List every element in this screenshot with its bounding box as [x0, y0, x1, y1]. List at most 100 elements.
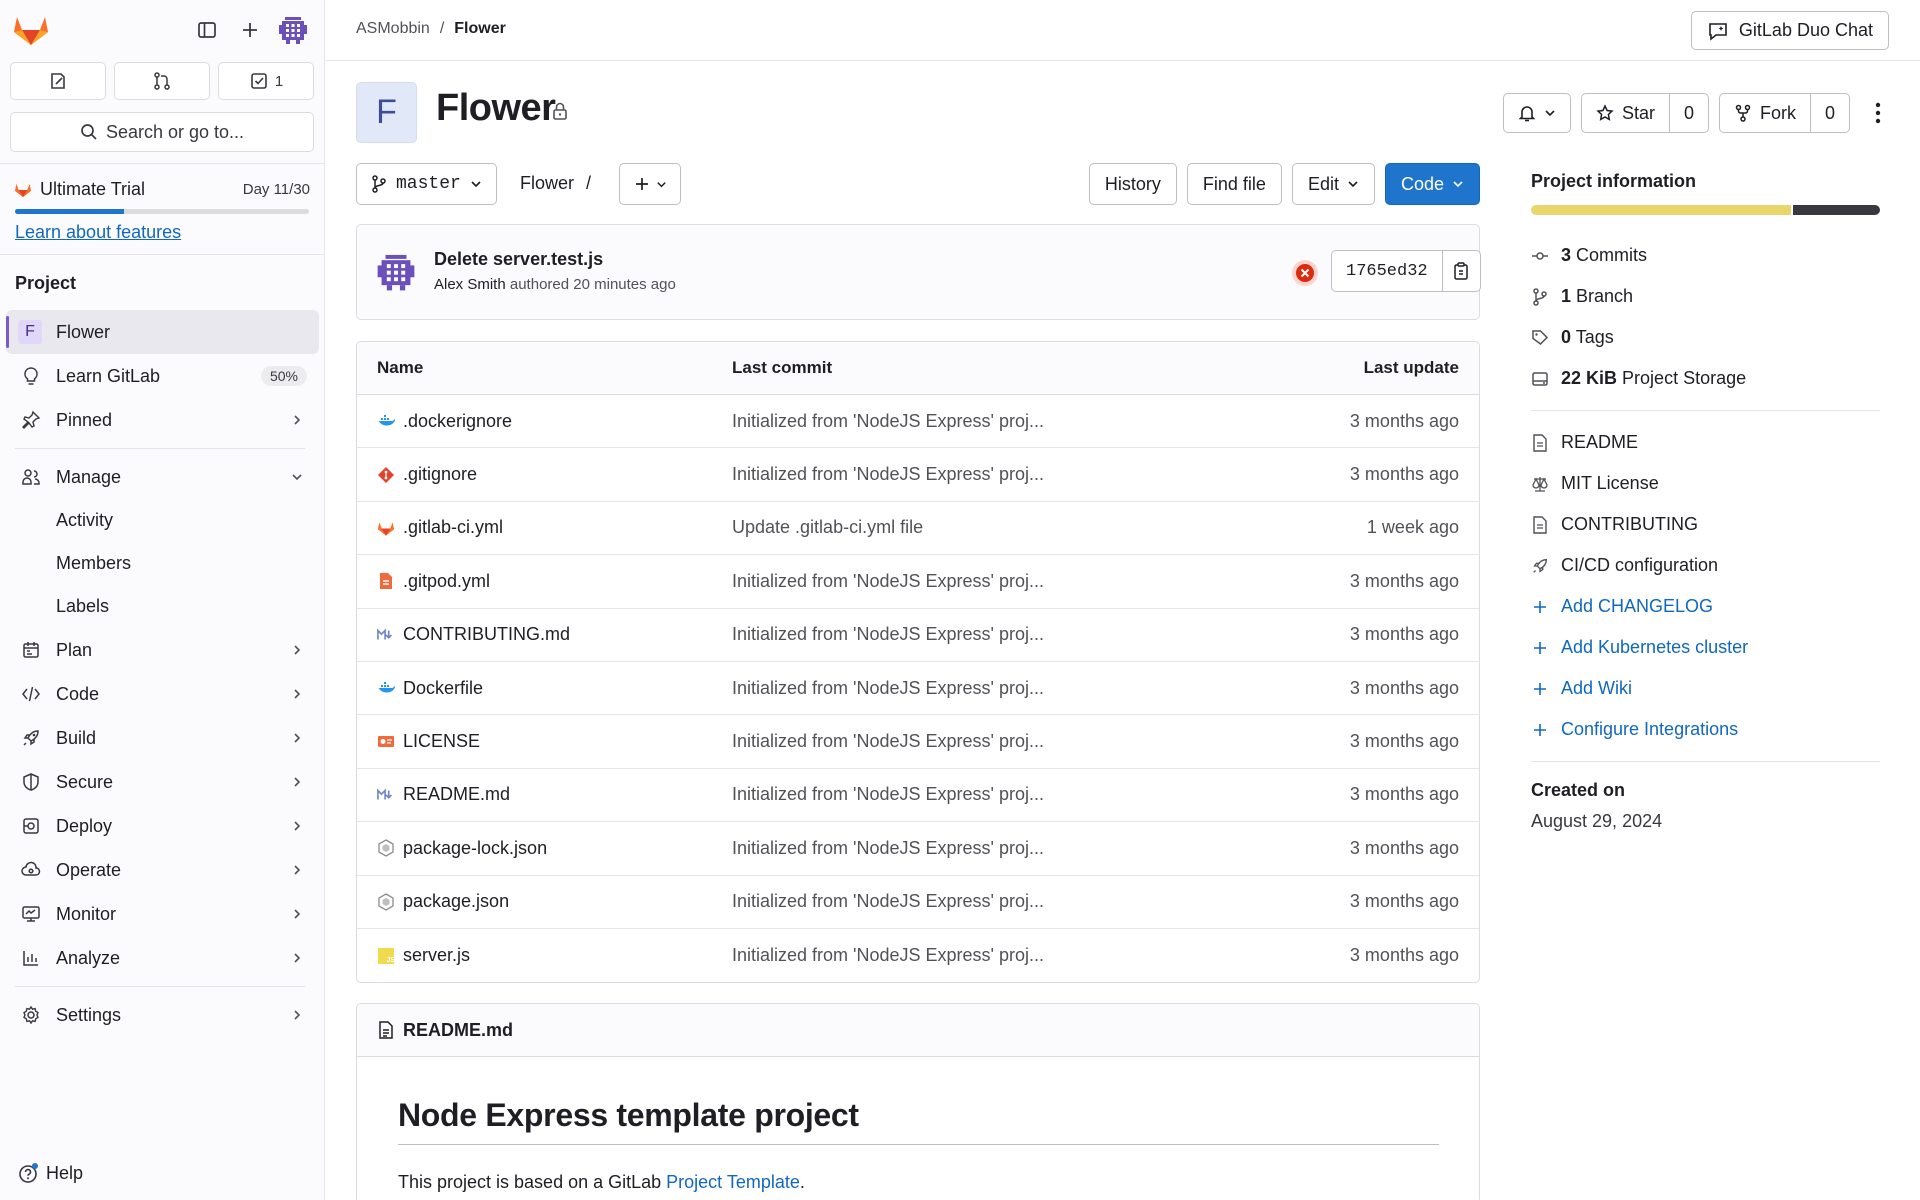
commit-title-link[interactable]: Delete server.test.js	[434, 249, 603, 270]
last-commit-cell[interactable]: Initialized from 'NodeJS Express' proj..…	[732, 891, 1239, 912]
history-button[interactable]: History	[1088, 163, 1177, 205]
breadcrumb-project-link[interactable]: Flower	[454, 20, 506, 38]
sidebar-item-pinned[interactable]: Pinned	[6, 398, 319, 442]
user-avatar[interactable]	[277, 14, 309, 46]
file-name[interactable]: .gitlab-ci.yml	[403, 517, 503, 538]
last-commit-cell[interactable]: Initialized from 'NodeJS Express' proj..…	[732, 945, 1239, 966]
pipeline-failed-icon[interactable]	[1291, 259, 1319, 287]
commit-author-link[interactable]: Alex Smith	[434, 276, 506, 293]
project-template-link[interactable]: Project Template	[666, 1172, 800, 1192]
file-name[interactable]: README.md	[403, 784, 510, 805]
table-row[interactable]: README.md Initialized from 'NodeJS Expres…	[357, 769, 1479, 823]
commits-link[interactable]: 3 Commits	[1531, 235, 1880, 276]
fork-button[interactable]: Fork	[1720, 94, 1810, 132]
file-name-cell[interactable]: .dockerignore	[357, 411, 732, 432]
last-commit-cell[interactable]: Initialized from 'NodeJS Express' proj..…	[732, 624, 1239, 645]
file-name-cell[interactable]: package.json	[357, 891, 732, 912]
cicd-config-link[interactable]: CI/CD configuration	[1531, 545, 1880, 586]
last-commit-cell[interactable]: Initialized from 'NodeJS Express' proj..…	[732, 464, 1239, 485]
add-wiki-link[interactable]: Add Wiki	[1531, 668, 1880, 709]
readme-filename[interactable]: README.md	[403, 1020, 513, 1041]
sidebar-item-activity[interactable]: Activity	[0, 499, 325, 542]
sidebar-item-deploy[interactable]: Deploy	[6, 804, 319, 848]
breadcrumb-group-link[interactable]: ASMobbin	[356, 20, 430, 38]
gitlab-logo-icon[interactable]	[12, 12, 50, 46]
storage-link[interactable]: 22 KiB Project Storage	[1531, 358, 1880, 399]
last-commit-cell[interactable]: Initialized from 'NodeJS Express' proj..…	[732, 784, 1239, 805]
fork-count[interactable]: 0	[1809, 94, 1849, 132]
code-dropdown[interactable]: Code	[1384, 163, 1480, 205]
file-name[interactable]: Dockerfile	[403, 678, 483, 699]
add-changelog-link[interactable]: Add CHANGELOG	[1531, 586, 1880, 627]
table-row[interactable]: LICENSE Initialized from 'NodeJS Express'…	[357, 715, 1479, 769]
sidebar-item-code[interactable]: Code	[6, 672, 319, 716]
branch-selector[interactable]: master	[356, 163, 497, 205]
sidebar-item-build[interactable]: Build	[6, 716, 319, 760]
table-row[interactable]: .gitignore Initialized from 'NodeJS Expre…	[357, 448, 1479, 502]
last-commit-cell[interactable]: Initialized from 'NodeJS Express' proj..…	[732, 731, 1239, 752]
contributing-link[interactable]: CONTRIBUTING	[1531, 504, 1880, 545]
sidebar-item-monitor[interactable]: Monitor	[6, 892, 319, 936]
file-name[interactable]: server.js	[403, 945, 470, 966]
file-name-cell[interactable]: .gitpod.yml	[357, 571, 732, 592]
add-kubernetes-link[interactable]: Add Kubernetes cluster	[1531, 627, 1880, 668]
sidebar-item-labels[interactable]: Labels	[0, 585, 325, 628]
last-commit-cell[interactable]: Update .gitlab-ci.yml file	[732, 517, 1239, 538]
sidebar-item-plan[interactable]: Plan	[6, 628, 319, 672]
table-row[interactable]: Dockerfile Initialized from 'NodeJS Expre…	[357, 662, 1479, 716]
gitlab-duo-chat-button[interactable]: GitLab Duo Chat	[1690, 11, 1889, 50]
file-name[interactable]: .dockerignore	[403, 411, 512, 432]
file-name-cell[interactable]: .gitlab-ci.yml	[357, 517, 732, 538]
configure-integrations-link[interactable]: Configure Integrations	[1531, 709, 1880, 750]
file-name-cell[interactable]: package-lock.json	[357, 838, 732, 859]
sidebar-item-analyze[interactable]: Analyze	[6, 936, 319, 980]
commit-author-avatar[interactable]	[375, 251, 417, 293]
file-name-cell[interactable]: README.md	[357, 784, 732, 805]
table-row[interactable]: .gitlab-ci.yml Update .gitlab-ci.yml file…	[357, 502, 1479, 556]
more-actions-icon[interactable]	[1860, 93, 1896, 133]
file-name-cell[interactable]: LICENSE	[357, 731, 732, 752]
readme-link[interactable]: README	[1531, 422, 1880, 463]
table-row[interactable]: CONTRIBUTING.md Initialized from 'NodeJS …	[357, 609, 1479, 662]
copy-sha-button[interactable]	[1441, 251, 1480, 291]
file-name-cell[interactable]: Dockerfile	[357, 678, 732, 699]
merge-requests-button[interactable]	[114, 62, 210, 100]
sidebar-item-secure[interactable]: Secure	[6, 760, 319, 804]
sidebar-item-flower[interactable]: F Flower	[6, 310, 319, 354]
star-button[interactable]: Star	[1582, 94, 1669, 132]
issues-button[interactable]	[10, 62, 106, 100]
find-file-button[interactable]: Find file	[1186, 163, 1282, 205]
table-row[interactable]: package.json Initialized from 'NodeJS Exp…	[357, 876, 1479, 929]
table-row[interactable]: JS server.js Initialized from 'NodeJS Expr…	[357, 929, 1479, 982]
file-name-cell[interactable]: .gitignore	[357, 464, 732, 485]
license-link[interactable]: MIT License	[1531, 463, 1880, 504]
last-commit-cell[interactable]: Initialized from 'NodeJS Express' proj..…	[732, 838, 1239, 859]
todo-button[interactable]: 1	[218, 62, 314, 100]
sidebar-item-members[interactable]: Members	[0, 542, 325, 585]
table-row[interactable]: .gitpod.yml Initialized from 'NodeJS Expr…	[357, 555, 1479, 609]
edit-dropdown[interactable]: Edit	[1291, 163, 1375, 205]
star-count[interactable]: 0	[1668, 94, 1708, 132]
search-button[interactable]: Search or go to...	[10, 112, 314, 152]
branches-link[interactable]: 1 Branch	[1531, 276, 1880, 317]
file-name[interactable]: LICENSE	[403, 731, 480, 752]
file-name[interactable]: .gitignore	[403, 464, 477, 485]
last-commit-cell[interactable]: Initialized from 'NodeJS Express' proj..…	[732, 571, 1239, 592]
table-row[interactable]: .dockerignore Initialized from 'NodeJS Ex…	[357, 395, 1479, 449]
sidebar-item-operate[interactable]: Operate	[6, 848, 319, 892]
file-name-cell[interactable]: CONTRIBUTING.md	[357, 624, 732, 645]
file-name[interactable]: CONTRIBUTING.md	[403, 624, 570, 645]
notifications-dropdown[interactable]	[1502, 93, 1571, 133]
sidebar-item-manage[interactable]: Manage	[6, 455, 319, 499]
file-name-cell[interactable]: JS server.js	[357, 945, 732, 966]
add-to-tree-dropdown[interactable]	[619, 163, 681, 205]
file-name[interactable]: package.json	[403, 891, 509, 912]
toggle-sidebar-icon[interactable]	[192, 15, 222, 45]
learn-about-features-link[interactable]: Learn about features	[15, 222, 181, 243]
file-name[interactable]: .gitpod.yml	[403, 571, 490, 592]
table-row[interactable]: package-lock.json Initialized from 'NodeJ…	[357, 822, 1479, 876]
last-commit-cell[interactable]: Initialized from 'NodeJS Express' proj..…	[732, 678, 1239, 699]
create-new-icon[interactable]	[235, 15, 265, 45]
help-button[interactable]: Help	[18, 1162, 83, 1184]
last-commit-cell[interactable]: Initialized from 'NodeJS Express' proj..…	[732, 411, 1239, 432]
